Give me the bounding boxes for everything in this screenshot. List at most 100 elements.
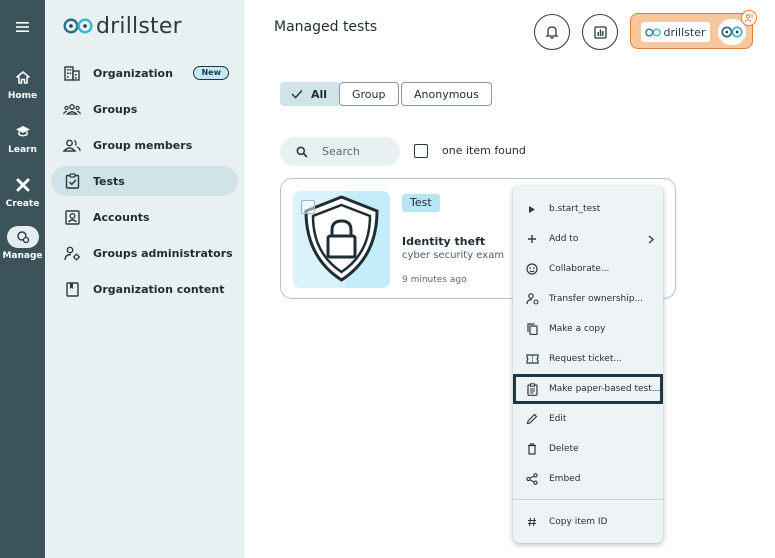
sidebar-item-groups[interactable]: Groups bbox=[51, 94, 238, 124]
type-tag: Test bbox=[402, 194, 440, 212]
test-thumbnail bbox=[293, 191, 390, 288]
menu-item-make-copy[interactable]: Make a copy bbox=[513, 314, 663, 344]
menu-item-label: b.start_test bbox=[549, 204, 601, 214]
select-all-checkbox[interactable] bbox=[414, 144, 428, 158]
rail-item-manage[interactable]: Manage bbox=[0, 226, 45, 261]
book-icon bbox=[63, 280, 81, 298]
sidebar: drillster Organization New Groups Group … bbox=[45, 0, 244, 558]
menu-item-label: Add to bbox=[549, 234, 579, 244]
test-subtitle: cyber security exam bbox=[402, 250, 505, 261]
chip-label: Group bbox=[352, 87, 386, 101]
clipboard-icon bbox=[525, 382, 539, 396]
menu-item-label: Embed bbox=[549, 474, 581, 484]
play-icon bbox=[525, 202, 539, 216]
page-title: Managed tests bbox=[274, 19, 378, 35]
filter-chip-all[interactable]: All bbox=[280, 82, 341, 106]
admin-gear-icon bbox=[63, 244, 81, 262]
sidebar-item-label: Organization content bbox=[93, 282, 225, 296]
filter-chip-anonymous[interactable]: Anonymous bbox=[401, 82, 492, 106]
sidebar-item-label: Accounts bbox=[93, 210, 150, 224]
check-icon bbox=[291, 89, 303, 99]
hash-icon bbox=[525, 515, 539, 529]
sidebar-item-organization-content[interactable]: Organization content bbox=[51, 274, 238, 304]
test-timestamp: 9 minutes ago bbox=[402, 275, 467, 285]
chart-icon bbox=[593, 25, 607, 39]
avatar-logo-icon bbox=[721, 26, 743, 38]
menu-item-label: Copy item ID bbox=[549, 517, 608, 527]
rail-item-label: Create bbox=[5, 199, 40, 209]
context-menu: b.start_test Add to Collaborate... Trans… bbox=[513, 186, 663, 543]
bell-icon bbox=[546, 26, 558, 39]
chip-label: Anonymous bbox=[414, 87, 479, 101]
sidebar-item-label: Group members bbox=[93, 138, 193, 152]
sidebar-item-group-members[interactable]: Group members bbox=[51, 130, 238, 160]
menu-item-label: Edit bbox=[549, 414, 567, 424]
account-menu-button[interactable]: drillster bbox=[630, 10, 757, 49]
menu-item-embed[interactable]: Embed bbox=[513, 464, 663, 494]
chevron-right-icon bbox=[648, 234, 654, 247]
home-icon bbox=[7, 66, 39, 88]
menu-divider bbox=[513, 499, 663, 500]
sidebar-item-tests[interactable]: Tests bbox=[51, 166, 238, 196]
nav-rail: Home Learn Create Manage bbox=[0, 0, 45, 558]
transfer-user-icon bbox=[525, 292, 539, 306]
menu-item-request-ticket[interactable]: Request ticket... bbox=[513, 344, 663, 374]
organization-logo-text: drillster bbox=[663, 25, 706, 39]
plus-icon bbox=[525, 232, 539, 246]
graduation-cap-icon bbox=[7, 120, 39, 142]
menu-item-collaborate[interactable]: Collaborate... bbox=[513, 254, 663, 284]
groups-icon bbox=[63, 100, 81, 118]
chip-label: All bbox=[311, 87, 328, 101]
reports-button[interactable] bbox=[582, 14, 618, 50]
result-count: one item found bbox=[442, 144, 526, 157]
test-title[interactable]: Identity theft bbox=[402, 235, 485, 248]
sidebar-item-label: Organization bbox=[93, 66, 173, 80]
menu-item-label: Delete bbox=[549, 444, 579, 454]
menu-item-add-to[interactable]: Add to bbox=[513, 224, 663, 254]
filter-chip-group[interactable]: Group bbox=[339, 82, 399, 106]
user-badge-icon bbox=[741, 10, 757, 26]
gear-user-icon bbox=[6, 226, 39, 248]
menu-item-label: Transfer ownership... bbox=[549, 294, 644, 304]
sidebar-item-groups-administrators[interactable]: Groups administrators bbox=[51, 238, 238, 268]
sidebar-item-label: Tests bbox=[93, 174, 125, 188]
clipboard-check-icon bbox=[63, 172, 81, 190]
menu-icon[interactable] bbox=[12, 19, 33, 35]
rail-item-create[interactable]: Create bbox=[0, 174, 45, 209]
organization-logo: drillster bbox=[641, 22, 710, 42]
logo-icon bbox=[645, 27, 662, 37]
menu-item-start-test[interactable]: b.start_test bbox=[513, 194, 663, 224]
menu-item-edit[interactable]: Edit bbox=[513, 404, 663, 434]
puzzle-icon bbox=[7, 174, 39, 196]
new-badge: New bbox=[193, 66, 229, 80]
group-members-icon bbox=[63, 136, 81, 154]
share-icon bbox=[525, 472, 539, 486]
smiley-icon bbox=[525, 262, 539, 276]
rail-item-learn[interactable]: Learn bbox=[0, 120, 45, 155]
menu-item-label: Make paper-based test... bbox=[549, 384, 661, 394]
search-icon bbox=[295, 145, 309, 159]
drillster-logo[interactable]: drillster bbox=[63, 12, 182, 40]
copy-icon bbox=[525, 322, 539, 336]
card-checkbox[interactable] bbox=[301, 200, 315, 214]
menu-item-make-paper-based-test[interactable]: Make paper-based test... bbox=[513, 374, 663, 404]
logo-text: drillster bbox=[96, 13, 182, 39]
search-box[interactable] bbox=[280, 137, 400, 166]
search-input[interactable] bbox=[322, 145, 392, 158]
rail-item-label: Learn bbox=[8, 145, 37, 155]
menu-item-label: Make a copy bbox=[549, 324, 606, 334]
menu-item-label: Collaborate... bbox=[549, 264, 610, 274]
sidebar-item-organization[interactable]: Organization New bbox=[51, 58, 238, 88]
menu-item-transfer-ownership[interactable]: Transfer ownership... bbox=[513, 284, 663, 314]
notifications-button[interactable] bbox=[534, 14, 570, 50]
rail-item-label: Manage bbox=[2, 251, 43, 261]
sidebar-item-accounts[interactable]: Accounts bbox=[51, 202, 238, 232]
menu-item-delete[interactable]: Delete bbox=[513, 434, 663, 464]
rail-item-label: Home bbox=[7, 91, 38, 101]
trash-icon bbox=[525, 442, 539, 456]
menu-item-label: Request ticket... bbox=[549, 354, 622, 364]
menu-item-copy-item-id[interactable]: Copy item ID bbox=[513, 507, 663, 537]
rail-item-home[interactable]: Home bbox=[0, 66, 45, 101]
account-box-icon bbox=[63, 208, 81, 226]
ticket-icon bbox=[525, 352, 539, 366]
